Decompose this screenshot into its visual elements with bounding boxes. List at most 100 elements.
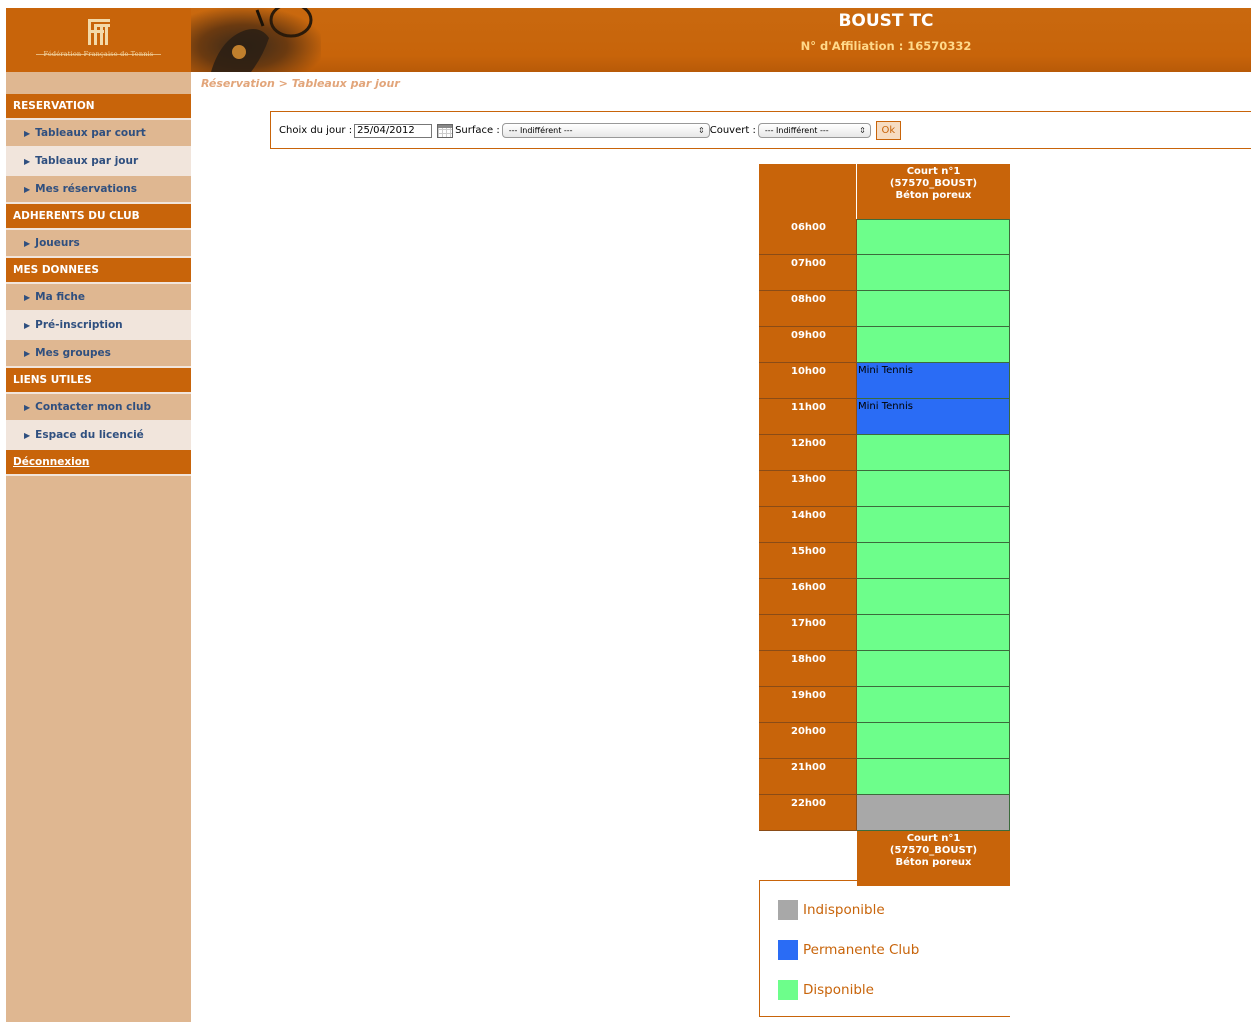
triangle-right-icon: ▶	[24, 239, 31, 248]
sidebar-item[interactable]: ▶ Mes groupes	[6, 340, 191, 368]
sidebar-item-label: Mes réservations	[35, 183, 137, 195]
legend-label: Indisponible	[803, 902, 885, 918]
footer-corner	[759, 831, 857, 886]
slot-row: 06h00	[759, 219, 1010, 255]
slot-time: 18h00	[759, 651, 857, 687]
surface-select-value: --- Indifférent ---	[508, 126, 573, 135]
triangle-right-icon: ▶	[24, 157, 31, 166]
slot-time: 22h00	[759, 795, 857, 831]
sidebar-item[interactable]: ▶ Joueurs	[6, 230, 191, 258]
slot-row: 08h00	[759, 291, 1010, 327]
sidebar-item-label: Tableaux par court	[35, 127, 146, 139]
surface-select[interactable]: --- Indifférent --- ⇕	[501, 123, 710, 138]
court-surface: Béton poreux	[895, 190, 972, 201]
slot-cell[interactable]	[857, 543, 1010, 579]
slot-cell[interactable]	[857, 723, 1010, 759]
slot-row: 17h00	[759, 615, 1010, 651]
court-footer: Court n°1 (57570_BOUST) Béton poreux	[857, 831, 1010, 886]
sidebar-nav: RESERVATION ▶ Tableaux par court ▶ Tableaux …	[6, 72, 191, 1022]
banner-photo	[191, 2, 321, 72]
sidebar-item-label: Mes groupes	[35, 347, 111, 359]
slot-row: 11h00 Mini Tennis	[759, 399, 1010, 435]
logo-divider	[36, 54, 161, 55]
sidebar-item[interactable]: ▶ Mes réservations	[6, 176, 191, 204]
slot-row: 14h00	[759, 507, 1010, 543]
slot-row: 18h00	[759, 651, 1010, 687]
sidebar-item[interactable]: ▶ Pré-inscription	[6, 312, 191, 340]
sidebar-item[interactable]: ▶ Tableaux par jour	[6, 148, 191, 176]
sidebar-item[interactable]: ▶ Tableaux par court	[6, 120, 191, 148]
slot-time: 14h00	[759, 507, 857, 543]
couvert-select[interactable]: --- Indifférent --- ⇕	[757, 123, 871, 138]
sidebar-section-title: MES DONNEES	[6, 258, 191, 284]
slot-row: 19h00	[759, 687, 1010, 723]
sidebar-item-label: Tableaux par jour	[35, 155, 139, 167]
calendar-icon[interactable]	[437, 123, 454, 138]
sidebar-item[interactable]: ▶ Espace du licencié	[6, 422, 191, 450]
ok-button[interactable]: Ok	[875, 121, 901, 140]
slot-time: 19h00	[759, 687, 857, 723]
sidebar-section-title: ADHERENTS DU CLUB	[6, 204, 191, 230]
header-banner: BOUST TC N° d'Affiliation : 16570332	[191, 2, 1251, 72]
slot-cell[interactable]	[857, 291, 1010, 327]
slot-time: 08h00	[759, 291, 857, 327]
header-corner	[759, 164, 857, 219]
slot-cell[interactable]	[857, 579, 1010, 615]
court-name: Court n°1	[906, 833, 961, 844]
legend-swatch	[778, 940, 798, 960]
slot-row: 10h00 Mini Tennis	[759, 363, 1010, 399]
slot-time: 17h00	[759, 615, 857, 651]
slot-cell[interactable]	[857, 507, 1010, 543]
triangle-right-icon: ▶	[24, 293, 31, 302]
slot-cell[interactable]	[857, 615, 1010, 651]
triangle-right-icon: ▶	[24, 321, 31, 330]
slot-time: 11h00	[759, 399, 857, 435]
fft-logo[interactable]: Fédération Française de Tennis	[6, 8, 191, 72]
sidebar-item[interactable]: ▶ Contacter mon club	[6, 394, 191, 422]
court-club-code: (57570_BOUST)	[889, 178, 978, 189]
slot-row: 07h00	[759, 255, 1010, 291]
sidebar-item-label: Pré-inscription	[35, 319, 123, 331]
sidebar-item-label: Joueurs	[35, 237, 80, 249]
filter-row: Choix du jour : Surface : --- Indifféren…	[279, 121, 901, 140]
breadcrumb: Réservation > Tableaux par jour	[201, 77, 400, 90]
legend-item: Indisponible	[778, 900, 885, 920]
slot-row: 09h00	[759, 327, 1010, 363]
couvert-select-value: --- Indifférent ---	[764, 126, 829, 135]
surface-label: Surface :	[455, 125, 500, 136]
court-schedule-table: Court n°1 (57570_BOUST) Béton poreux 06h…	[759, 164, 1010, 886]
logout-link[interactable]: Déconnexion	[6, 450, 191, 476]
sidebar-item[interactable]: ▶ Ma fiche	[6, 284, 191, 312]
slot-cell[interactable]	[857, 435, 1010, 471]
slot-cell[interactable]: Mini Tennis	[857, 399, 1010, 435]
slot-row: 13h00	[759, 471, 1010, 507]
date-input[interactable]	[354, 123, 433, 138]
select-arrows-icon: ⇕	[698, 126, 705, 135]
slot-time: 15h00	[759, 543, 857, 579]
slot-cell[interactable]	[857, 255, 1010, 291]
slot-cell[interactable]	[857, 759, 1010, 795]
slot-cell[interactable]	[857, 471, 1010, 507]
court-name: Court n°1	[906, 166, 961, 177]
slot-row: 22h00	[759, 795, 1010, 831]
legend-swatch	[778, 900, 798, 920]
slot-time: 21h00	[759, 759, 857, 795]
sidebar-section-title: LIENS UTILES	[6, 368, 191, 394]
slot-row: 12h00	[759, 435, 1010, 471]
slot-time: 16h00	[759, 579, 857, 615]
slot-cell[interactable]: Mini Tennis	[857, 363, 1010, 399]
triangle-right-icon: ▶	[24, 349, 31, 358]
slot-cell[interactable]	[857, 651, 1010, 687]
court-club-code: (57570_BOUST)	[889, 845, 978, 856]
legend-label: Disponible	[803, 982, 874, 998]
slot-cell[interactable]	[857, 687, 1010, 723]
date-label: Choix du jour :	[279, 125, 353, 136]
slot-cell[interactable]	[857, 219, 1010, 255]
legend-swatch	[778, 980, 798, 1000]
slot-time: 20h00	[759, 723, 857, 759]
slot-time: 09h00	[759, 327, 857, 363]
court-surface: Béton poreux	[895, 857, 972, 868]
slot-cell[interactable]	[857, 327, 1010, 363]
legend-item: Disponible	[778, 980, 874, 1000]
slot-cell[interactable]	[857, 795, 1010, 831]
